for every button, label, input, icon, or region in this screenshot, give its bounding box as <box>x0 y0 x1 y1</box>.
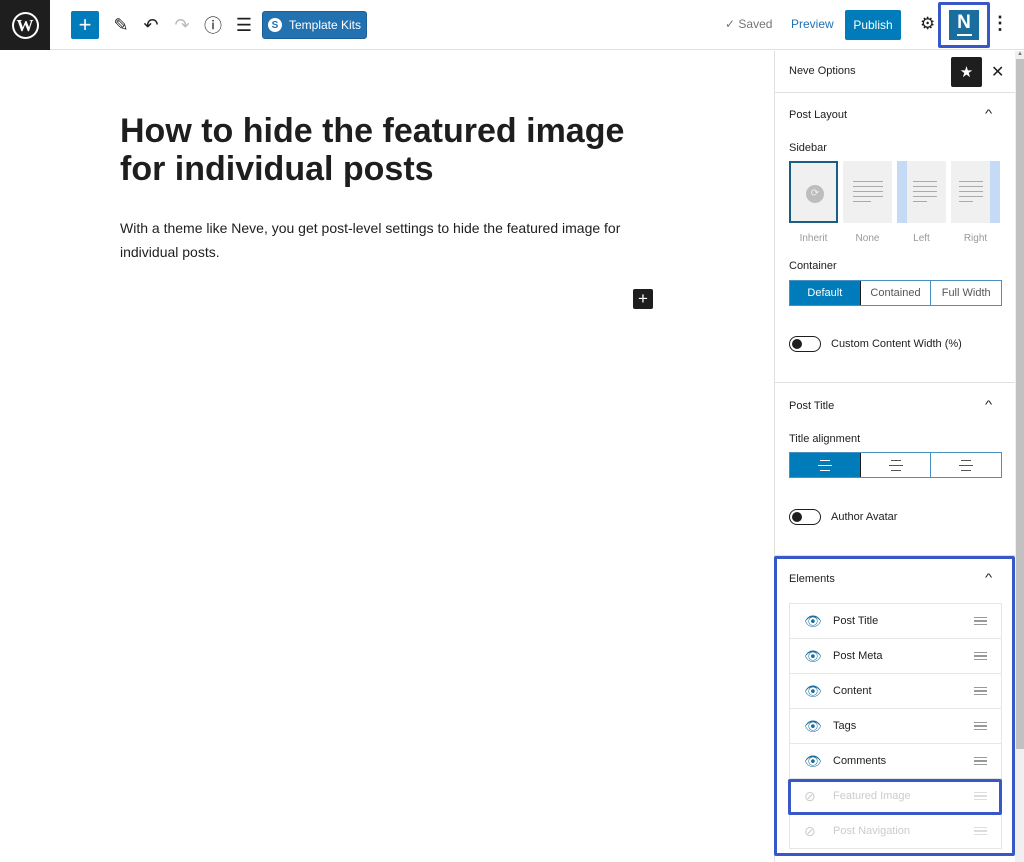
list-view-icon[interactable]: ☰ <box>231 10 257 40</box>
sidebar-title: Neve Options <box>789 65 856 77</box>
post-title-toggle[interactable]: Post Title <box>789 400 834 412</box>
align-left-button[interactable] <box>790 453 861 477</box>
scroll-up-arrow-icon[interactable]: ▲ <box>1015 51 1024 59</box>
post-title[interactable]: How to hide the featured image for indiv… <box>120 112 660 188</box>
pin-star-icon[interactable]: ★ <box>951 57 982 87</box>
sidebar-header: Neve Options ★ ✕ <box>775 51 1016 93</box>
post-title-panel: Post Title ^ Title alignment Author Avat… <box>775 383 1015 556</box>
undo-icon[interactable]: ↶ <box>138 10 164 40</box>
inline-block-inserter-button[interactable]: + <box>633 289 653 309</box>
template-kits-button[interactable]: S Template Kits <box>262 11 367 39</box>
paragraph-block[interactable]: With a theme like Neve, you get post-lev… <box>120 216 640 264</box>
post-layout-toggle[interactable]: Post Layout <box>789 109 847 121</box>
wordpress-logo-button[interactable]: W <box>0 0 50 50</box>
custom-content-width-label: Custom Content Width (%) <box>831 338 962 350</box>
settings-gear-icon[interactable]: ⚙ <box>920 14 935 34</box>
container-option-contained[interactable]: Contained <box>861 281 932 305</box>
align-right-button[interactable] <box>931 453 1001 477</box>
editor-toolbar: W + ✎ ↶ ↷ ⓘ ☰ S Template Kits ✓ Saved Pr… <box>0 0 1024 50</box>
info-icon[interactable]: ⓘ <box>200 10 226 40</box>
sidebar-scrollbar[interactable]: ▲ <box>1015 51 1024 862</box>
sidebar-layout-options: ⟳ Inherit None Left Right <box>789 161 1003 244</box>
container-option-default[interactable]: Default <box>790 281 861 305</box>
title-alignment-control <box>789 452 1002 478</box>
align-center-button[interactable] <box>861 453 932 477</box>
container-option-full-width[interactable]: Full Width <box>931 281 1001 305</box>
align-center-icon <box>888 458 903 473</box>
close-icon[interactable]: ✕ <box>991 62 1004 82</box>
author-avatar-label: Author Avatar <box>831 511 898 523</box>
neve-options-button[interactable]: N <box>949 10 979 40</box>
sidebar-option-none[interactable] <box>843 161 892 223</box>
neve-logo-icon: N <box>957 12 971 33</box>
sidebar-option-right[interactable] <box>951 161 1000 223</box>
container-label: Container <box>789 260 837 272</box>
neve-options-sidebar: Neve Options ★ ✕ Post Layout ^ Sidebar ⟳… <box>774 51 1024 862</box>
chevron-up-icon[interactable]: ^ <box>985 399 992 411</box>
more-options-icon[interactable]: ⋮ <box>991 13 1009 34</box>
publish-button[interactable]: Publish <box>845 10 901 40</box>
inherit-icon: ⟳ <box>806 185 824 203</box>
sidebar-option-label: Right <box>963 233 988 244</box>
sidebar-label: Sidebar <box>789 142 827 154</box>
template-kits-icon: S <box>267 18 282 32</box>
block-inserter-button[interactable]: + <box>71 11 99 39</box>
redo-icon[interactable]: ↷ <box>169 10 195 40</box>
sidebar-option-label: None <box>855 233 880 244</box>
sidebar-option-inherit[interactable]: ⟳ <box>789 161 838 223</box>
wordpress-icon: W <box>11 11 39 39</box>
post-layout-panel: Post Layout ^ Sidebar ⟳ Inherit None Lef… <box>775 94 1015 383</box>
tools-pencil-icon[interactable]: ✎ <box>108 10 134 40</box>
author-avatar-toggle[interactable] <box>789 509 821 525</box>
container-segmented-control: Default Contained Full Width <box>789 280 1002 306</box>
template-kits-label: Template Kits <box>288 18 362 32</box>
preview-button[interactable]: Preview <box>791 17 834 31</box>
scrollbar-thumb[interactable] <box>1016 59 1024 749</box>
sidebar-option-left[interactable] <box>897 161 946 223</box>
editor-canvas: How to hide the featured image for indiv… <box>0 51 774 862</box>
saved-status: ✓ Saved <box>725 17 773 31</box>
align-left-icon <box>817 458 832 473</box>
featured-image-highlight <box>788 779 1002 815</box>
chevron-up-icon[interactable]: ^ <box>985 108 992 120</box>
title-alignment-label: Title alignment <box>789 433 861 445</box>
sidebar-option-label: Inherit <box>799 233 828 244</box>
neve-options-highlight: N <box>938 2 990 48</box>
sidebar-option-label: Left <box>913 233 930 244</box>
custom-content-width-toggle[interactable] <box>789 336 821 352</box>
align-right-icon <box>959 458 974 473</box>
